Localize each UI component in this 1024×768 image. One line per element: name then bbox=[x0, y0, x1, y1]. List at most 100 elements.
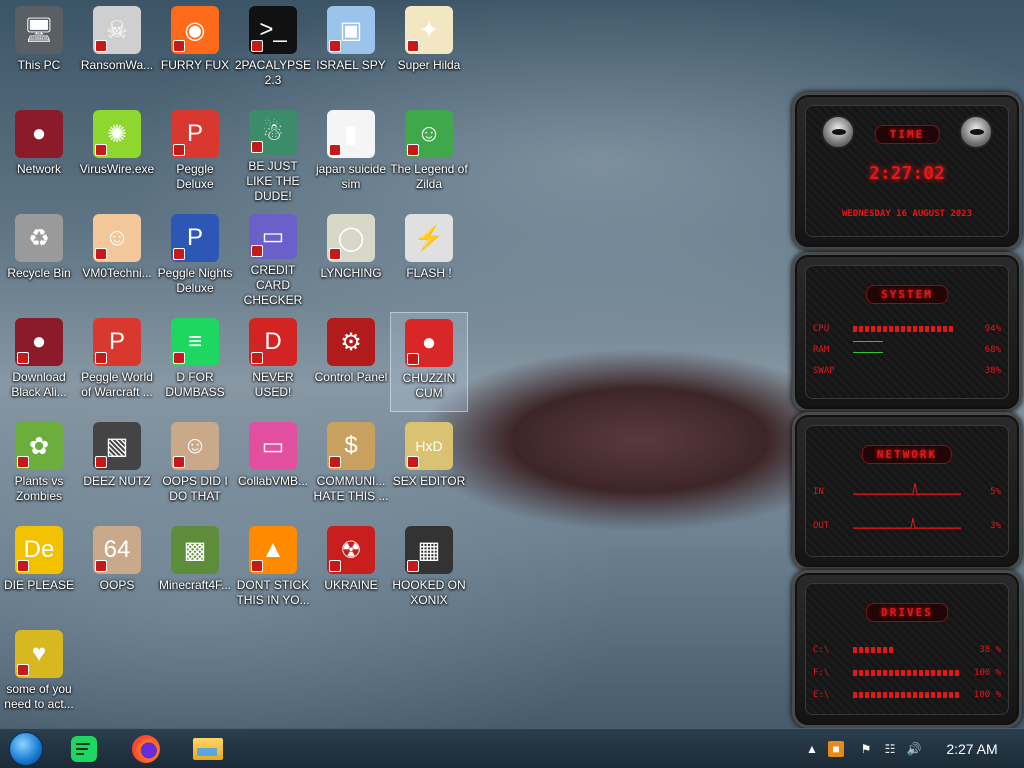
shortcut-overlay-icon bbox=[173, 248, 185, 260]
terminal-icon: >_ bbox=[249, 6, 297, 54]
taskbar-file-explorer-button[interactable] bbox=[192, 733, 224, 765]
desktop-icon-network[interactable]: ● Network bbox=[0, 104, 78, 204]
desktop-icon-furry-fux[interactable]: ◉ FURRY FUX bbox=[156, 0, 234, 100]
shortcut-overlay-icon bbox=[329, 248, 341, 260]
peggle-icon: P bbox=[171, 110, 219, 158]
desktop-icon-2pacalypse-2-3[interactable]: >_ 2PACALYPSE 2.3 bbox=[234, 0, 312, 100]
shortcut-overlay-icon bbox=[95, 352, 107, 364]
desktop-icon-label: FURRY FUX bbox=[160, 58, 230, 72]
desktop-icon-credit-card-checker[interactable]: ▭ CREDIT CARD CHECKER bbox=[234, 208, 312, 308]
network-tray-icon[interactable]: ☷ bbox=[882, 741, 898, 757]
shortcut-overlay-icon bbox=[329, 456, 341, 468]
desktop-icon-label: This PC bbox=[17, 58, 61, 72]
desktop-icon-label: Minecraft4F... bbox=[158, 578, 232, 592]
network-computers-icon: ▣ bbox=[327, 6, 375, 54]
shortcut-overlay-icon bbox=[95, 456, 107, 468]
desktop-icon-ukraine[interactable]: ☢ UKRAINE bbox=[312, 520, 390, 620]
desktop-icon-d-for-dumbass[interactable]: ≡ D FOR DUMBASS bbox=[156, 312, 234, 412]
ram-graph bbox=[853, 341, 961, 353]
shortcut-overlay-icon bbox=[407, 353, 419, 365]
peggle-nights-icon: P bbox=[171, 214, 219, 262]
desktop-icon-label: SEX EDITOR bbox=[392, 474, 466, 488]
desktop-icon-label: VM0Techni... bbox=[82, 266, 152, 280]
swap-value: 38% bbox=[984, 366, 1001, 376]
desktop-icon-ransomwa[interactable]: ☠ RansomWa... bbox=[78, 0, 156, 100]
system-widget: SYSTEM CPU 94% RAM 68% SWAP 38% bbox=[792, 252, 1022, 412]
desktop-icon-israel-spy[interactable]: ▣ ISRAEL SPY bbox=[312, 0, 390, 100]
portrait-icon: ☺ bbox=[171, 422, 219, 470]
drive-e-row: E:\ 100 % bbox=[813, 688, 1001, 702]
desktop-icon-sex-editor[interactable]: HxD SEX EDITOR bbox=[390, 416, 468, 516]
desktop-icon-communi-hate-this[interactable]: $ COMMUNI... HATE THIS ... bbox=[312, 416, 390, 516]
desktop-icon-label: Plants vs Zombies bbox=[14, 474, 64, 503]
desktop-icon-never-used[interactable]: D NEVER USED! bbox=[234, 312, 312, 412]
desktop-icon-japan-suicide-sim[interactable]: ▮ japan suicide sim bbox=[312, 104, 390, 204]
desktop-icon-label: The Legend of Zilda bbox=[390, 162, 468, 191]
hxd-icon: HxD bbox=[405, 422, 453, 470]
cpu-bar bbox=[853, 326, 961, 332]
radiation-icon: ☢ bbox=[327, 526, 375, 574]
desktop-icon-be-just-like-the-dude[interactable]: ☃ BE JUST LIKE THE DUDE! bbox=[234, 104, 312, 204]
drive-c-bar-fill bbox=[853, 647, 895, 653]
desktop-icon-die-please[interactable]: De DIE PLEASE bbox=[0, 520, 78, 620]
desktop-icon-this-pc[interactable]: 🖥 This PC bbox=[0, 0, 78, 100]
desktop-icon-peggle-world-of-warcraft[interactable]: P Peggle World of Warcraft ... bbox=[78, 312, 156, 412]
desktop-icon-lynching[interactable]: ◯ LYNCHING bbox=[312, 208, 390, 308]
desktop-icon-label: CHUZZIN CUM bbox=[402, 371, 456, 400]
desktop-icon-dont-stick-this-in-yo[interactable]: ▲ DONT STICK THIS IN YO... bbox=[234, 520, 312, 620]
shortcut-overlay-icon bbox=[251, 352, 263, 364]
desktop-icon-oops-did-i-do-that[interactable]: ☺ OOPS DID I DO THAT bbox=[156, 416, 234, 516]
desktop-icon-some-of-you-need-to-act[interactable]: ♥ some of you need to act... bbox=[0, 624, 78, 724]
desktop-icon-label: CREDIT CARD CHECKER bbox=[243, 263, 303, 307]
start-button[interactable] bbox=[8, 732, 44, 766]
desktop-icon-hooked-on-xonix[interactable]: ▦ HOOKED ON XONIX bbox=[390, 520, 468, 620]
desktop-icon-flash[interactable]: ⚡ FLASH ! bbox=[390, 208, 468, 308]
flower-icon: ✿ bbox=[15, 422, 63, 470]
action-center-flag-icon[interactable]: ⚑ bbox=[858, 741, 874, 757]
desktop-icon-download-black-ali[interactable]: ● Download Black Ali... bbox=[0, 312, 78, 412]
alien-head-right-icon bbox=[959, 115, 993, 149]
taskbar-firefox-button[interactable] bbox=[130, 733, 162, 765]
net-in-row: IN 5% bbox=[813, 482, 1001, 499]
peggle-wow-icon: P bbox=[93, 318, 141, 366]
desktop-icon-control-panel[interactable]: ⚙ Control Panel bbox=[312, 312, 390, 412]
desktop-icon-deez-nutz[interactable]: ▧ DEEZ NUTZ bbox=[78, 416, 156, 516]
taskbar-spotify-button[interactable] bbox=[68, 733, 100, 765]
desktop-icon-oops[interactable]: 64 OOPS bbox=[78, 520, 156, 620]
cpu-value: 94% bbox=[984, 324, 1001, 334]
drive-e-value: 100 % bbox=[973, 690, 1001, 700]
desktop-icon-super-hilda[interactable]: ✦ Super Hilda bbox=[390, 0, 468, 100]
show-hidden-icons-chevron-icon[interactable]: ▲ bbox=[804, 741, 820, 757]
taskbar: ▲ ■ ⚑ ☷ 🔊 2:27 AM bbox=[0, 728, 1024, 768]
volume-icon[interactable]: 🔊 bbox=[906, 741, 922, 757]
net-out-label: OUT bbox=[813, 521, 830, 531]
drive-e-bar-fill bbox=[853, 692, 961, 698]
desktop-icon-minecraft4f[interactable]: ▩ Minecraft4F... bbox=[156, 520, 234, 620]
desktop-icon-collabvmb[interactable]: ▭ CollabVMB... bbox=[234, 416, 312, 516]
alien-head-left-icon bbox=[821, 115, 855, 149]
desktop-icon-label: Control Panel bbox=[314, 370, 388, 384]
desktop-icon-vm0techni[interactable]: ☺ VM0Techni... bbox=[78, 208, 156, 308]
tray-app-icon[interactable]: ■ bbox=[828, 741, 844, 757]
desktop-icon-label: UKRAINE bbox=[324, 578, 378, 592]
desktop-icon-viruswire-exe[interactable]: ✺ VirusWire.exe bbox=[78, 104, 156, 204]
desktop-icon-label: Recycle Bin bbox=[7, 266, 71, 280]
drive-f-label: F:\ bbox=[813, 668, 830, 678]
desktop-icon-recycle-bin[interactable]: ♻ Recycle Bin bbox=[0, 208, 78, 308]
folder-icon bbox=[193, 738, 223, 760]
desktop-icon-label: japan suicide sim bbox=[315, 162, 387, 191]
desktop-icon-chuzzin-cum[interactable]: ● CHUZZIN CUM bbox=[390, 312, 468, 412]
shortcut-overlay-icon bbox=[407, 144, 419, 156]
desktop-icon-peggle-nights-deluxe[interactable]: P Peggle Nights Deluxe bbox=[156, 208, 234, 308]
drives-widget: DRIVES C:\ 38 % F:\ 100 % E:\ 100 % bbox=[792, 570, 1022, 728]
shortcut-overlay-icon bbox=[95, 144, 107, 156]
desktop-icon-label: CollabVMB... bbox=[237, 474, 309, 488]
desktop-icon-the-legend-of-zilda[interactable]: ☺ The Legend of Zilda bbox=[390, 104, 468, 204]
taskbar-clock[interactable]: 2:27 AM bbox=[936, 741, 1008, 757]
time-widget: TIME 2:27:02 WEDNESDAY 16 AUGUST 2023 bbox=[792, 92, 1022, 250]
pixel-dog-icon: ✦ bbox=[405, 6, 453, 54]
shortcut-overlay-icon bbox=[173, 352, 185, 364]
desktop-icon-plants-vs-zombies[interactable]: ✿ Plants vs Zombies bbox=[0, 416, 78, 516]
drive-c-label: C:\ bbox=[813, 645, 830, 655]
desktop-icon-peggle-deluxe[interactable]: P Peggle Deluxe bbox=[156, 104, 234, 204]
